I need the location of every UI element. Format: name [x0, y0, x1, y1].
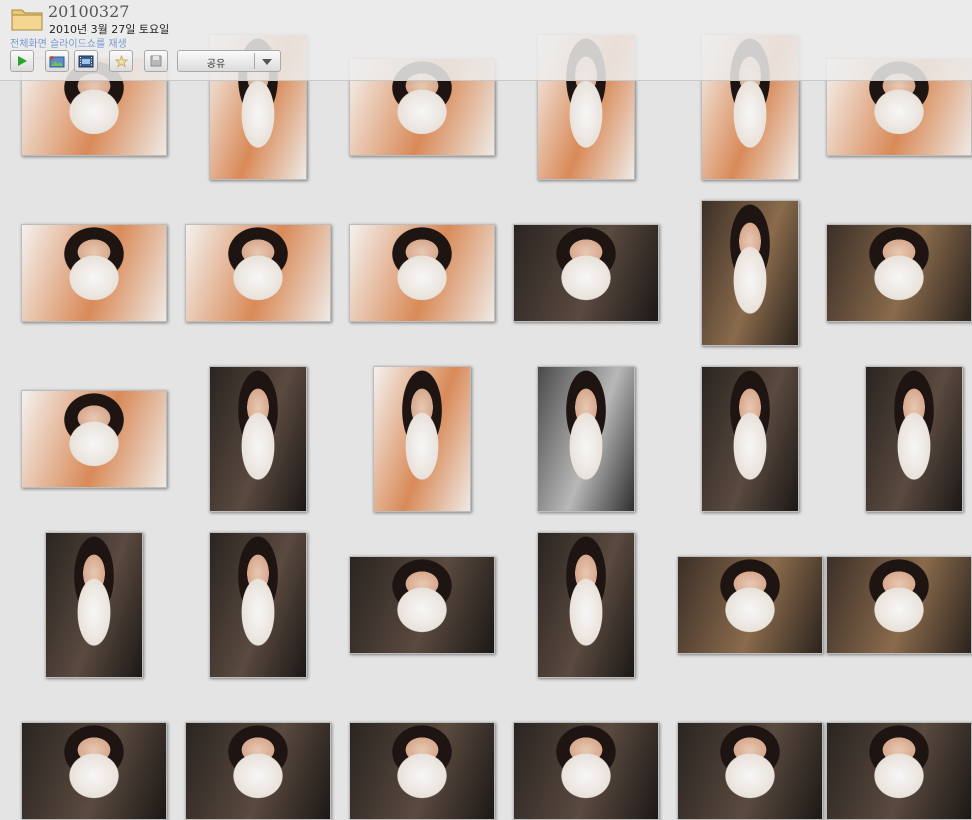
photo-thumbnail[interactable]	[677, 722, 823, 820]
photo-thumbnail[interactable]	[826, 556, 972, 654]
favorite-button[interactable]	[109, 50, 133, 72]
save-button[interactable]	[144, 50, 168, 72]
add-image-icon	[49, 55, 65, 67]
photo-thumbnail[interactable]	[185, 722, 331, 820]
album-title: 20100327	[48, 2, 130, 21]
photo-thumbnail[interactable]	[865, 366, 963, 512]
photo-thumbnail[interactable]	[513, 224, 659, 322]
filmstrip-icon	[78, 55, 94, 67]
photo-thumbnail[interactable]	[537, 532, 635, 678]
photo-thumbnail[interactable]	[45, 532, 143, 678]
photo-thumbnail[interactable]	[349, 556, 495, 654]
star-icon	[114, 54, 128, 68]
photo-thumbnail[interactable]	[701, 200, 799, 346]
photo-thumbnail[interactable]	[826, 722, 972, 820]
share-label: 공유	[206, 59, 226, 70]
thumbnail-grid	[0, 0, 972, 820]
photo-thumbnail[interactable]	[701, 366, 799, 512]
photo-thumbnail[interactable]	[21, 224, 167, 322]
chevron-down-icon[interactable]	[262, 59, 272, 65]
play-icon	[18, 56, 27, 66]
album-header: 20100327 2010년 3월 27일 토요일 전체화면 슬라이드쇼를 재생	[0, 0, 972, 81]
slideshow-link[interactable]: 전체화면 슬라이드쇼를 재생	[10, 35, 127, 50]
photo-thumbnail[interactable]	[513, 722, 659, 820]
photo-thumbnail[interactable]	[349, 722, 495, 820]
photo-thumbnail[interactable]	[209, 532, 307, 678]
photo-thumbnail[interactable]	[21, 722, 167, 820]
photo-thumbnail[interactable]	[349, 224, 495, 322]
share-divider	[254, 53, 255, 69]
share-button[interactable]: 공유	[177, 50, 281, 72]
save-icon	[150, 55, 162, 67]
photo-thumbnail[interactable]	[373, 366, 471, 512]
photo-thumbnail[interactable]	[185, 224, 331, 322]
photo-thumbnail[interactable]	[21, 390, 167, 488]
photo-thumbnail[interactable]	[677, 556, 823, 654]
photo-thumbnail[interactable]	[537, 366, 635, 512]
slideshow-button[interactable]	[74, 50, 98, 72]
add-image-button[interactable]	[45, 50, 69, 72]
play-button[interactable]	[10, 50, 34, 72]
folder-icon	[11, 9, 43, 31]
photo-thumbnail[interactable]	[826, 224, 972, 322]
photo-thumbnail[interactable]	[209, 366, 307, 512]
